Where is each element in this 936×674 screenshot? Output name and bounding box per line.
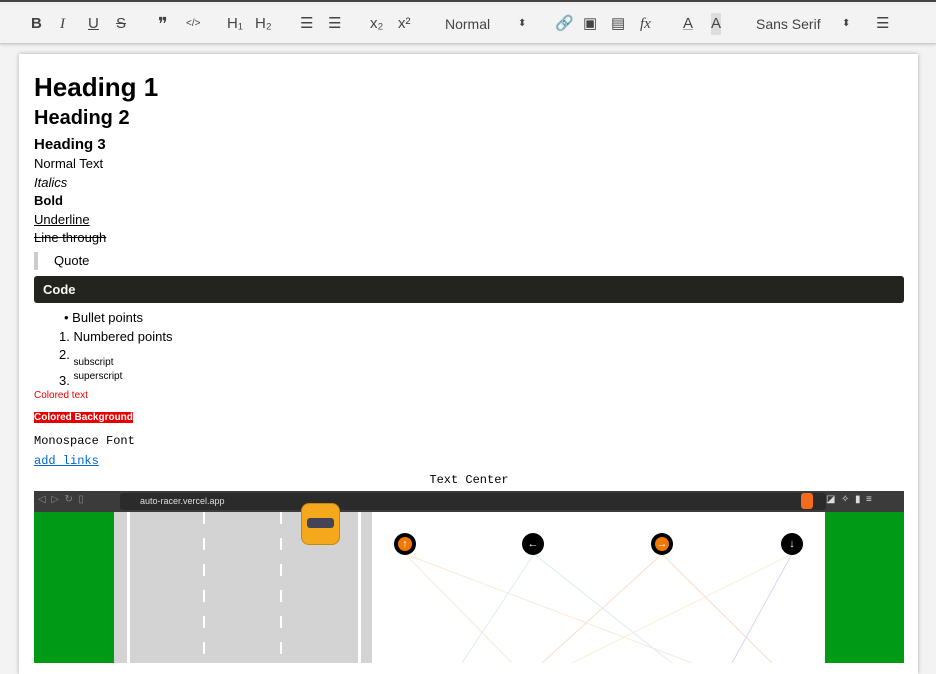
- background-color-button[interactable]: A: [711, 13, 722, 35]
- superscript-button[interactable]: x²: [398, 13, 411, 35]
- superscript-text: superscript: [73, 371, 123, 382]
- taxi-car: [301, 503, 340, 545]
- list-number: 2.: [59, 347, 70, 362]
- heading1-button[interactable]: H₁: [227, 13, 243, 35]
- output-node-left: ←: [522, 533, 544, 555]
- colored-background-text: Colored Background: [34, 412, 133, 423]
- link[interactable]: add links: [34, 454, 99, 468]
- list-item: 1. Numbered points: [59, 329, 172, 344]
- blockquote: Quote: [34, 252, 89, 270]
- network-lines: [404, 553, 793, 663]
- link-button[interactable]: 🔗: [555, 13, 574, 35]
- subscript-text: subscript: [73, 357, 114, 368]
- font-select[interactable]: Sans Serif: [756, 13, 821, 35]
- bold-button[interactable]: B: [31, 13, 42, 35]
- output-node-down: ↓: [781, 533, 803, 555]
- strike-button[interactable]: S: [116, 13, 126, 35]
- select-arrows-icon: ⬍: [842, 18, 851, 29]
- code-block-button[interactable]: </>: [186, 13, 200, 35]
- bullet-text: Bullet points: [72, 310, 143, 325]
- list-number: 1.: [59, 329, 70, 344]
- bold-text: Bold: [34, 193, 63, 208]
- underline-text: Underline: [34, 212, 90, 227]
- heading2-button[interactable]: H₂: [255, 13, 272, 35]
- road-edge: [127, 512, 130, 663]
- italic-button[interactable]: I: [60, 13, 65, 35]
- heading-1: Heading 1: [34, 72, 159, 102]
- colored-text: Colored text: [34, 390, 88, 401]
- list-item: 2. subscript: [59, 347, 113, 368]
- grass-left: [34, 512, 114, 663]
- output-node-up: ↑: [394, 533, 416, 555]
- ordered-list-button[interactable]: ☰: [300, 13, 313, 35]
- subscript-button[interactable]: x₂: [370, 13, 383, 35]
- align-button[interactable]: ☰: [876, 13, 889, 35]
- nav-icons: ◁ ▷ ↻ ▯: [38, 494, 84, 505]
- bullet-list-button[interactable]: ☰: [328, 13, 341, 35]
- brave-icon: [801, 493, 813, 509]
- embedded-screenshot: ◁ ▷ ↻ ▯ auto-racer.vercel.app ◪ ✧ ▮ ≡ ↑ …: [34, 491, 904, 663]
- lane-line: [203, 512, 205, 663]
- editor-toolbar: B I U S ❞ </> H₁ H₂ ☰ ☰ x₂ x² Normal ⬍ 🔗…: [0, 4, 936, 44]
- select-arrows-icon: ⬍: [518, 18, 527, 29]
- output-node-right: →: [651, 533, 673, 555]
- image-button[interactable]: ▣: [583, 13, 597, 35]
- centered-text: Text Center: [429, 473, 509, 487]
- list-item: 3. superscript: [59, 371, 122, 388]
- lane-line: [280, 512, 282, 663]
- strike-text: Line through: [34, 230, 107, 245]
- monospace-text: Monospace Font: [34, 434, 135, 448]
- bullet-item: • Bullet points: [64, 310, 143, 325]
- url-bar: auto-racer.vercel.app: [120, 493, 826, 510]
- list-number: 3.: [59, 373, 70, 388]
- network-panel: [372, 512, 825, 663]
- blockquote-button[interactable]: ❞: [158, 13, 168, 35]
- road-edge: [358, 512, 361, 663]
- browser-bar: ◁ ▷ ↻ ▯ auto-racer.vercel.app ◪ ✧ ▮ ≡: [34, 491, 904, 512]
- header-select[interactable]: Normal: [445, 13, 490, 35]
- formula-button[interactable]: fx: [640, 13, 651, 35]
- list-text: Numbered points: [73, 329, 173, 344]
- extension-icons: ◪ ✧ ▮ ≡: [826, 494, 872, 505]
- grass-right: [825, 512, 904, 663]
- heading-2: Heading 2: [34, 107, 130, 129]
- video-button[interactable]: ▤: [611, 13, 625, 35]
- code-block: Code: [34, 276, 904, 303]
- text-color-button[interactable]: A: [683, 13, 693, 35]
- heading-3: Heading 3: [34, 136, 106, 153]
- underline-button[interactable]: U: [88, 13, 99, 35]
- italic-text: Italics: [34, 175, 68, 190]
- normal-text: Normal Text: [34, 156, 104, 171]
